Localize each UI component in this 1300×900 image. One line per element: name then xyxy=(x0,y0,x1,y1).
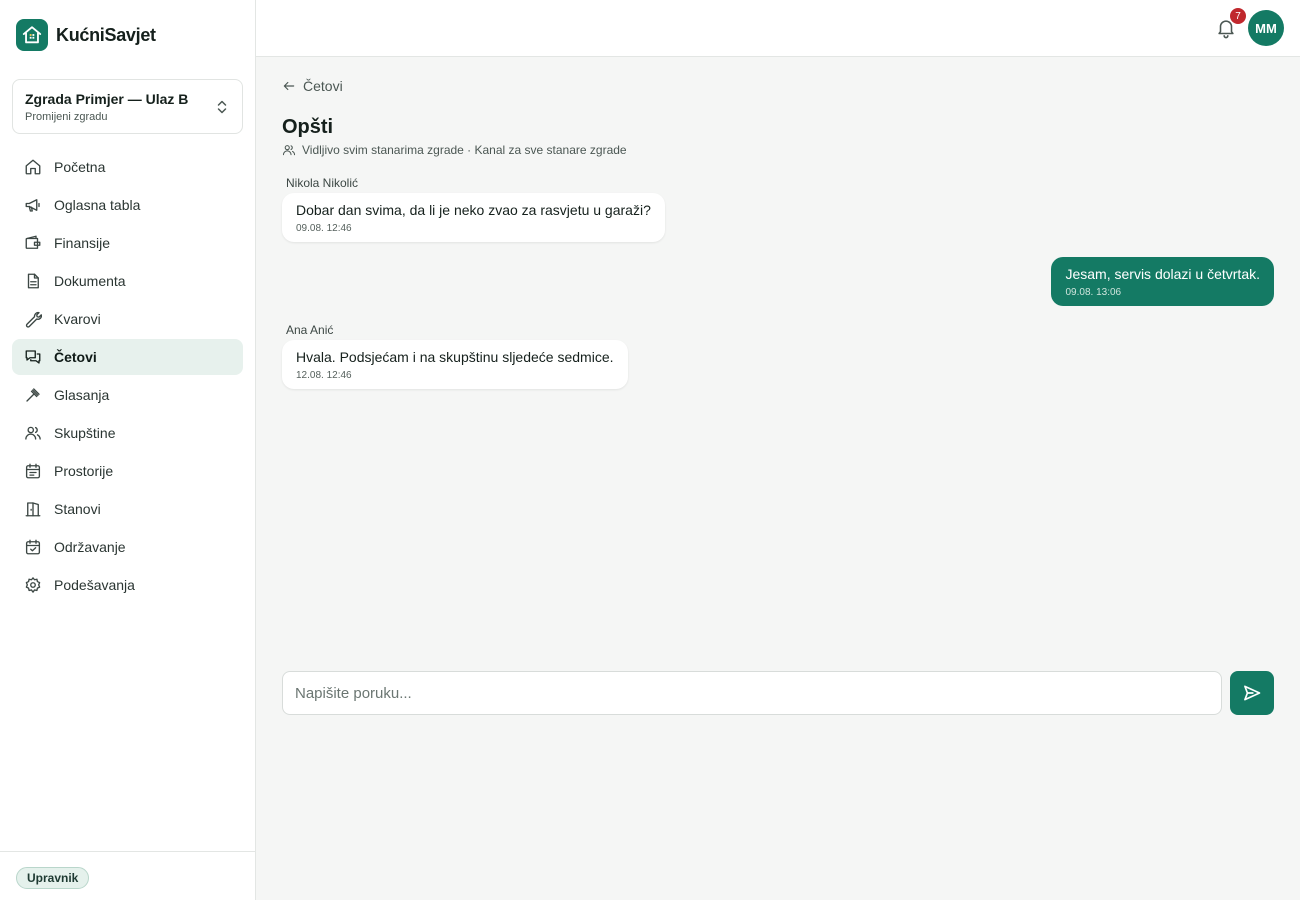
home-icon xyxy=(24,158,42,176)
sidebar-item-label: Dokumenta xyxy=(54,273,126,289)
message-text: Dobar dan svima, da li je neko zvao za r… xyxy=(296,202,651,218)
role-badge: Upravnik xyxy=(16,867,90,889)
sidebar-item-dokumenta[interactable]: Dokumenta xyxy=(12,263,243,299)
sidebar-item-skupstine[interactable]: Skupštine xyxy=(12,415,243,451)
sidebar-item-oglasna-tabla[interactable]: Oglasna tabla xyxy=(12,187,243,223)
notification-count-badge: 7 xyxy=(1230,8,1246,24)
sidebar-item-pocetna[interactable]: Početna xyxy=(12,149,243,185)
door-icon xyxy=(24,500,42,518)
chevron-up-down-icon xyxy=(217,100,227,114)
sidebar-item-odrzavanje[interactable]: Održavanje xyxy=(12,529,243,565)
users-icon xyxy=(282,145,296,156)
message-bubble: Dobar dan svima, da li je neko zvao za r… xyxy=(282,193,665,242)
message-bubble: Hvala. Podsjećam i na skupštinu sljedeće… xyxy=(282,340,628,389)
sidebar-item-label: Održavanje xyxy=(54,539,126,555)
back-link-label: Četovi xyxy=(303,78,343,94)
message-time: 12.08. 12:46 xyxy=(296,370,352,381)
message-text: Hvala. Podsjećam i na skupštinu sljedeće… xyxy=(296,349,614,365)
page-title: Opšti xyxy=(282,116,334,138)
send-button[interactable] xyxy=(1230,671,1274,715)
sidebar-item-label: Oglasna tabla xyxy=(54,197,141,213)
sidebar-item-glasanja[interactable]: Glasanja xyxy=(12,377,243,413)
message-bubble-outgoing: Jesam, servis dolazi u četvrtak. 09.08. … xyxy=(1051,257,1274,306)
message-text: Jesam, servis dolazi u četvrtak. xyxy=(1065,266,1260,282)
channel-subtitle: Vidljivo svim stanarima zgrade · Kanal z… xyxy=(282,143,627,157)
megaphone-icon xyxy=(24,196,42,214)
sidebar-item-label: Četovi xyxy=(54,349,97,365)
sidebar-item-label: Glasanja xyxy=(54,387,110,403)
sidebar-item-cetovi[interactable]: Četovi xyxy=(12,339,243,375)
house-logo-icon xyxy=(16,19,48,51)
sidebar-item-label: Finansije xyxy=(54,235,111,251)
sidebar-item-label: Stanovi xyxy=(54,501,101,517)
sidebar-item-podesavanja[interactable]: Podešavanja xyxy=(12,567,243,603)
message-author: Nikola Nikolić xyxy=(286,176,359,190)
arrow-left-icon xyxy=(283,81,295,91)
calendar-check-icon xyxy=(24,538,42,556)
sidebar-item-kvarovi[interactable]: Kvarovi xyxy=(12,301,243,337)
sidebar-item-label: Skupštine xyxy=(54,425,116,441)
wrench-icon xyxy=(24,310,42,328)
building-name: Zgrada Primjer — Ulaz B xyxy=(25,91,189,107)
back-to-chats-link[interactable]: Četovi xyxy=(282,78,343,94)
sidebar-item-label: Podešavanja xyxy=(54,577,135,593)
topbar: 7 MM xyxy=(256,0,1300,57)
calendar-icon xyxy=(24,462,42,480)
sidebar-item-label: Kvarovi xyxy=(54,311,101,327)
gear-icon xyxy=(24,576,42,594)
send-icon xyxy=(1244,685,1261,701)
message-time: 09.08. 12:46 xyxy=(296,223,352,234)
chat-view: Četovi Opšti Vidljivo svim stanarima zgr… xyxy=(256,57,1300,900)
channel-subtitle-text: Vidljivo svim stanarima zgrade · Kanal z… xyxy=(302,143,627,157)
message-time: 09.08. 13:06 xyxy=(1065,287,1122,298)
sidebar-nav: Početna Oglasna tabla Finansije Dokument… xyxy=(12,149,243,605)
app-name: KućniSavjet xyxy=(56,24,156,45)
chat-icon xyxy=(24,348,42,366)
wallet-icon xyxy=(24,234,42,252)
sidebar-item-stanovi[interactable]: Stanovi xyxy=(12,491,243,527)
message-author: Ana Anić xyxy=(286,323,334,337)
avatar[interactable]: MM xyxy=(1248,10,1284,46)
gavel-icon xyxy=(24,386,42,404)
sidebar-item-finansije[interactable]: Finansije xyxy=(12,225,243,261)
brand[interactable]: KućniSavjet xyxy=(16,19,156,51)
sidebar-item-label: Prostorije xyxy=(54,463,114,479)
document-icon xyxy=(24,272,42,290)
sidebar-footer: Upravnik xyxy=(0,851,255,900)
message-input[interactable] xyxy=(282,671,1222,715)
sidebar-item-label: Početna xyxy=(54,159,106,175)
users-icon xyxy=(24,424,42,442)
building-switch-hint: Promijeni zgradu xyxy=(25,111,108,123)
sidebar-item-prostorije[interactable]: Prostorije xyxy=(12,453,243,489)
sidebar: KućniSavjet Zgrada Primjer — Ulaz B Prom… xyxy=(0,0,256,900)
building-switcher[interactable]: Zgrada Primjer — Ulaz B Promijeni zgradu xyxy=(12,79,243,134)
